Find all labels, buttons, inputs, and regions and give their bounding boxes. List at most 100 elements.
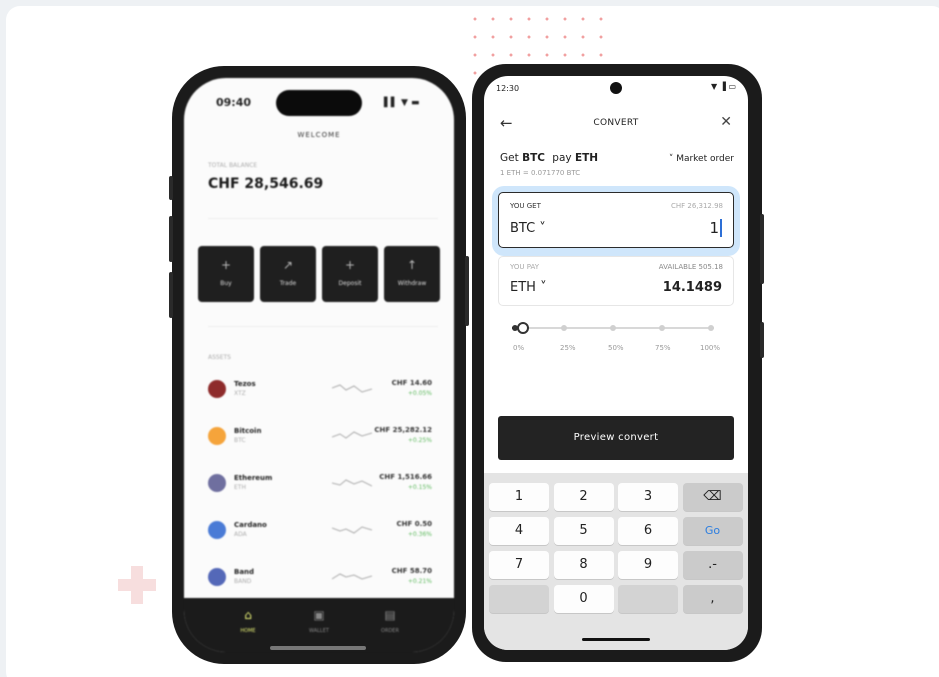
asset-row-tezos[interactable]: Tezos XTZ CHF 14.60 +0.05% <box>204 374 444 404</box>
status-icons: ▌▌ ▼ ▬ <box>384 98 420 108</box>
asset-row-cardano[interactable]: Cardano ADA CHF 0.50 +0.36% <box>204 515 444 545</box>
you-get-field[interactable]: YOU GET CHF 26,312.98 BTC ˅ 1 <box>498 192 734 248</box>
sparkline-chart <box>332 479 372 487</box>
nav-home[interactable]: ⌂ HOME <box>218 608 278 634</box>
pay-currency-select[interactable]: ETH ˅ <box>510 280 547 295</box>
sparkline-chart <box>332 526 372 534</box>
comma-key[interactable]: , <box>682 585 743 613</box>
left-phone-frame: 09:40 ▌▌ ▼ ▬ WELCOME TOTAL BALANCE CHF 2… <box>169 66 469 664</box>
asset-symbol: ADA <box>234 531 247 538</box>
asset-row-bitcoin[interactable]: Bitcoin BTC CHF 25,282.12 +0.25% <box>204 421 444 451</box>
volume-down-button <box>169 272 173 318</box>
key-6[interactable]: 6 <box>618 517 678 545</box>
right-phone-frame: 12:30 ▼ ▐ ▭ ← CONVERT ✕ Get BTC pay ETH … <box>472 64 764 662</box>
slider-tick <box>659 325 665 331</box>
key-8[interactable]: 8 <box>553 551 614 579</box>
asset-row-band[interactable]: Band BAND CHF 58.70 +0.21% <box>204 562 444 592</box>
asset-change: +0.21% <box>407 578 432 585</box>
close-icon[interactable]: ✕ <box>720 114 732 130</box>
you-get-amount-input[interactable]: 1 <box>709 219 722 237</box>
percentage-slider[interactable] <box>512 321 714 335</box>
slider-tick <box>610 325 616 331</box>
asset-name: Bitcoin <box>234 427 262 435</box>
key-2[interactable]: 2 <box>553 483 614 511</box>
nav-order-label: ORDER <box>381 628 399 634</box>
wallet-icon: ▣ <box>313 608 325 622</box>
deposit-label: Deposit <box>338 280 362 287</box>
mute-switch <box>169 176 173 200</box>
asset-change: +0.36% <box>407 531 432 538</box>
home-screen: 09:40 ▌▌ ▼ ▬ WELCOME TOTAL BALANCE CHF 2… <box>184 78 454 652</box>
assets-section-label: ASSETS <box>208 354 231 361</box>
asset-price: CHF 58.70 <box>391 567 432 575</box>
deposit-icon: + <box>344 258 356 272</box>
deposit-button[interactable]: + Deposit <box>322 246 378 302</box>
pay-word: pay <box>552 152 572 164</box>
you-pay-amount: 14.1489 <box>662 280 722 295</box>
key-4[interactable]: 4 <box>489 517 549 545</box>
buy-button[interactable]: + Buy <box>198 246 254 302</box>
get-currency-select[interactable]: BTC ˅ <box>510 221 546 236</box>
you-pay-field[interactable]: YOU PAY AVAILABLE 505.18 ETH ˅ 14.1489 <box>498 256 734 306</box>
ethereum-icon <box>208 474 226 492</box>
key-5[interactable]: 5 <box>553 517 614 545</box>
home-indicator <box>270 646 366 650</box>
exchange-rate: 1 ETH = 0.071770 BTC <box>500 169 581 177</box>
nav-home-label: HOME <box>240 628 256 634</box>
key-9[interactable]: 9 <box>618 551 678 579</box>
mark-75: 75% <box>655 344 671 352</box>
divider <box>208 218 438 219</box>
volume-up-button <box>169 216 173 262</box>
status-icons: ▼ ▐ ▭ <box>711 82 736 91</box>
total-balance: CHF 28,546.69 <box>208 176 324 192</box>
backspace-key[interactable]: ⌫ <box>682 483 743 511</box>
nav-order[interactable]: ▤ ORDER <box>360 608 420 634</box>
order-type-dropdown[interactable]: ˅ Market order <box>669 154 734 164</box>
key-3[interactable]: 3 <box>618 483 678 511</box>
asset-price: CHF 25,282.12 <box>374 426 432 434</box>
page-title: CONVERT <box>593 118 639 128</box>
camera-hole <box>610 82 622 94</box>
slider-handle[interactable] <box>517 322 530 334</box>
power-button <box>465 256 469 326</box>
asset-symbol: ETH <box>234 484 246 491</box>
nav-wallet[interactable]: ▣ WALLET <box>289 608 349 634</box>
convert-screen: 12:30 ▼ ▐ ▭ ← CONVERT ✕ Get BTC pay ETH … <box>484 76 748 650</box>
volume-button <box>760 322 764 358</box>
sparkline-chart <box>332 431 372 439</box>
asset-name: Cardano <box>234 521 267 529</box>
key-0[interactable]: 0 <box>553 585 614 613</box>
go-key[interactable]: Go <box>682 517 743 545</box>
key-1[interactable]: 1 <box>489 483 549 511</box>
nav-wallet-label: WALLET <box>309 628 329 634</box>
home-icon: ⌂ <box>244 608 252 622</box>
plus-icon: + <box>220 258 232 272</box>
bitcoin-icon <box>208 427 226 445</box>
asset-change: +0.05% <box>407 390 432 397</box>
asset-change: +0.25% <box>407 437 432 444</box>
withdraw-button[interactable]: ↑ Withdraw <box>384 246 440 302</box>
asset-name: Band <box>234 568 255 576</box>
asset-symbol: BTC <box>234 437 246 444</box>
blank-key[interactable] <box>489 585 549 613</box>
key-7[interactable]: 7 <box>489 551 549 579</box>
asset-name: Tezos <box>234 380 256 388</box>
you-pay-label: YOU PAY <box>510 263 540 271</box>
asset-symbol: BAND <box>234 578 252 585</box>
asset-row-ethereum[interactable]: Ethereum ETH CHF 1,516.66 +0.15% <box>204 468 444 498</box>
bottom-nav: ⌂ HOME ▣ WALLET ▤ ORDER <box>184 598 454 652</box>
mark-25: 25% <box>560 344 576 352</box>
trade-icon: ↗ <box>282 258 294 272</box>
symbol-key[interactable]: .- <box>682 551 743 579</box>
withdraw-label: Withdraw <box>397 280 427 287</box>
trade-button[interactable]: ↗ Trade <box>260 246 316 302</box>
preview-convert-button[interactable]: Preview convert <box>498 416 734 460</box>
pay-asset: ETH <box>574 152 599 164</box>
get-asset: BTC <box>522 152 545 164</box>
blank-key[interactable] <box>618 585 678 613</box>
gesture-bar <box>582 638 650 641</box>
balance-label: TOTAL BALANCE <box>208 162 258 169</box>
withdraw-icon: ↑ <box>406 258 418 272</box>
slider-tick <box>561 325 567 331</box>
asset-name: Ethereum <box>234 474 273 482</box>
